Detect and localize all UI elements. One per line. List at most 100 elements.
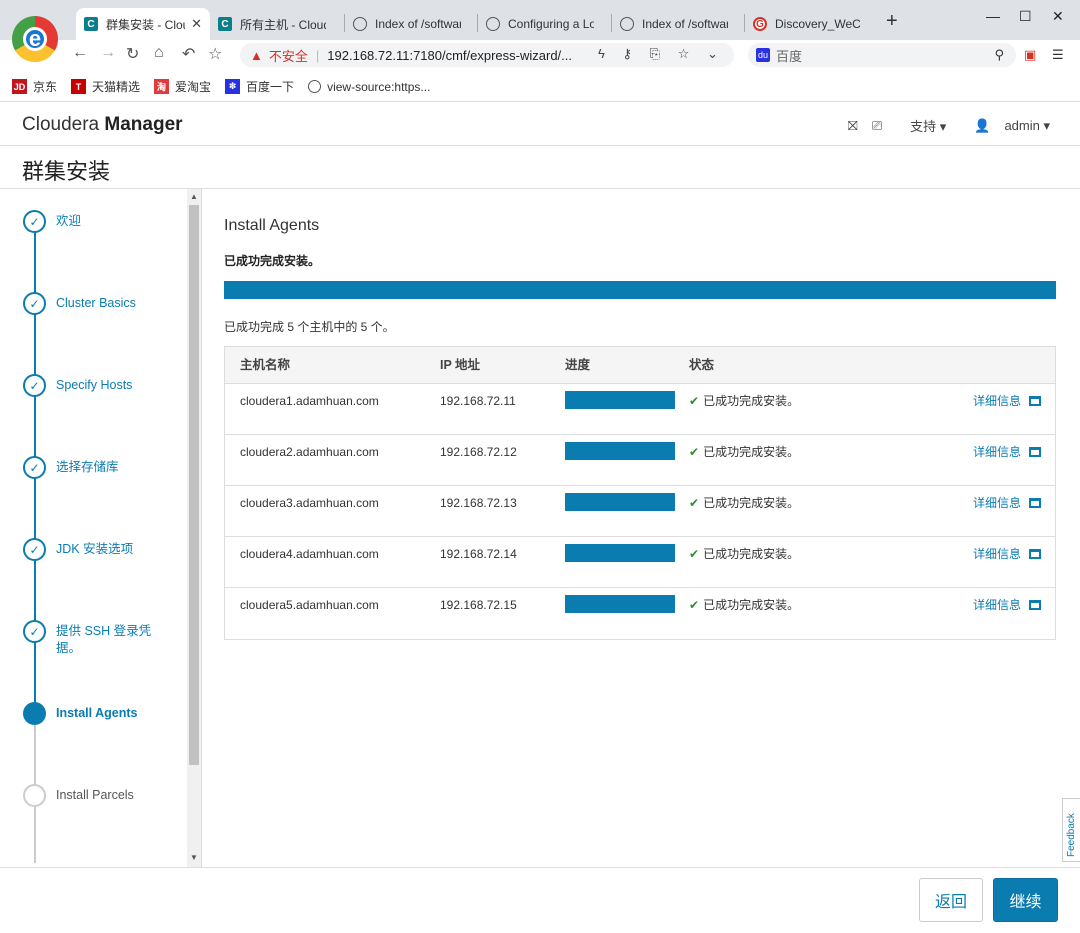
brand-bold: Manager <box>104 114 183 135</box>
bookmark-label: view-source:https... <box>327 79 431 94</box>
tab-title: Index of /software <box>375 17 461 31</box>
step-jdk-options[interactable]: ✓ JDK 安装选项 <box>23 538 183 561</box>
column-header-progress: 进度 <box>565 358 591 372</box>
details-link[interactable]: 详细信息 <box>973 537 1041 571</box>
status-cell: ✔ 已成功完成安装。 <box>689 486 799 520</box>
brand-light: Cloudera <box>22 114 100 135</box>
details-link[interactable]: 详细信息 <box>973 588 1041 622</box>
ip-address: 192.168.72.13 <box>440 496 517 510</box>
row-progress-bar <box>565 544 675 562</box>
pdf-extension-icon[interactable]: ▣ <box>1024 47 1036 63</box>
summary-text: 已成功完成 5 个主机中的 5 个。 <box>224 320 395 334</box>
window-icon <box>1029 447 1041 457</box>
step-ssh-credentials[interactable]: ✓ 提供 SSH 登录凭据。 <box>23 620 183 657</box>
tab-title: 所有主机 - Cloudera <box>240 17 326 32</box>
step-select-repository[interactable]: ✓ 选择存储库 <box>23 456 183 479</box>
taobao-icon: 淘 <box>154 79 170 94</box>
minimize-icon[interactable]: — <box>986 8 1000 24</box>
step-install-agents[interactable]: Install Agents <box>23 702 183 725</box>
user-menu[interactable]: 👤 admin ▾ <box>960 118 1050 134</box>
brand-logo[interactable]: Cloudera Manager <box>22 114 183 136</box>
tasks-icon[interactable]: ⎚ <box>872 118 882 134</box>
step-install-parcels[interactable]: Install Parcels <box>23 784 183 807</box>
bookmark-star-icon[interactable]: ☆ <box>678 46 690 61</box>
pending-step-circle-icon <box>23 784 46 807</box>
step-label: 提供 SSH 登录凭据。 <box>56 624 152 655</box>
tab-title: Index of /software <box>642 17 728 31</box>
tab-all-hosts[interactable]: C 所有主机 - Cloudera <box>210 8 344 40</box>
row-progress-bar <box>565 493 675 511</box>
status-text: 已成功完成安装。 <box>703 547 800 561</box>
tab-configuring-local[interactable]: Configuring a Local <box>478 8 612 40</box>
feedback-tab[interactable]: Feedback <box>1062 798 1080 862</box>
address-bar-actions: ϟ ⚷ ⎘ ☆ ⌄ <box>598 46 718 62</box>
details-label: 详细信息 <box>972 445 1021 459</box>
new-tab-icon[interactable]: + <box>886 10 898 33</box>
details-link[interactable]: 详细信息 <box>973 384 1041 418</box>
details-label: 详细信息 <box>972 547 1021 561</box>
hosts-table: 主机名称 IP 地址 进度 状态 cloudera1.adamhuan.com … <box>224 346 1056 640</box>
bookmark-baidu[interactable]: ✽ 百度一下 <box>225 78 294 95</box>
step-specify-hosts[interactable]: ✓ Specify Hosts <box>23 374 183 397</box>
tab-close-icon[interactable]: ✕ <box>191 16 202 32</box>
check-icon: ✓ <box>23 620 46 643</box>
window-icon <box>1029 498 1041 508</box>
scroll-down-icon[interactable]: ▼ <box>190 853 198 862</box>
step-label: JDK 安装选项 <box>56 542 134 556</box>
window-icon <box>1029 396 1041 406</box>
scroll-thumb[interactable] <box>189 205 199 765</box>
ip-address: 192.168.72.14 <box>440 547 517 561</box>
tab-discovery-wechat[interactable]: G Discovery_WeChat <box>745 8 879 40</box>
star-icon[interactable]: ☆ <box>208 44 222 64</box>
key-icon[interactable]: ⚷ <box>623 46 633 61</box>
check-icon: ✓ <box>23 538 46 561</box>
details-link[interactable]: 详细信息 <box>973 486 1041 520</box>
column-header-status: 状态 <box>689 358 715 372</box>
cloudera-favicon-icon: C <box>218 17 232 31</box>
bookmark-label: 京东 <box>33 80 58 94</box>
tab-index-software-1[interactable]: Index of /software <box>345 8 479 40</box>
undo-icon[interactable]: ↶ <box>182 44 195 64</box>
step-label: 欢迎 <box>56 214 82 228</box>
table-row: cloudera4.adamhuan.com 192.168.72.14 ✔ 已成… <box>225 537 1055 588</box>
gift-icon[interactable]: ⛝ <box>848 118 858 134</box>
back-arrow-icon[interactable]: ← <box>72 44 88 62</box>
search-box[interactable]: du 百度 ⚲ <box>748 43 1016 67</box>
check-icon: ✔ <box>689 547 700 561</box>
scroll-up-icon[interactable]: ▲ <box>190 192 198 201</box>
search-icon[interactable]: ⚲ <box>994 47 1004 63</box>
sidebar-scrollbar[interactable]: ▲ ▼ <box>187 189 201 867</box>
tab-index-software-2[interactable]: Index of /software <box>612 8 746 40</box>
bookmark-aitaobao[interactable]: 淘爱淘宝 <box>154 78 211 95</box>
step-welcome[interactable]: ✓ 欢迎 <box>23 210 183 233</box>
cloudera-favicon-icon: C <box>84 17 98 31</box>
tab-title: Configuring a Local <box>508 17 594 31</box>
lightning-icon[interactable]: ϟ <box>598 46 605 61</box>
bookmark-jd[interactable]: JD 京东 <box>12 78 57 95</box>
bookmark-view-source[interactable]: view-source:https... <box>308 80 430 94</box>
details-link[interactable]: 详细信息 <box>973 435 1041 469</box>
window-close-icon[interactable]: ✕ <box>1052 8 1064 25</box>
translate-icon[interactable]: ⎘ <box>650 46 660 61</box>
chevron-down-icon[interactable]: ⌄ <box>707 46 718 61</box>
bookmark-tmall[interactable]: T 天猫精选 <box>71 78 140 95</box>
support-menu[interactable]: 支持 ▾ <box>896 116 946 135</box>
home-icon[interactable]: ⌂ <box>154 44 164 62</box>
overall-progress-bar <box>224 281 1056 299</box>
reload-icon[interactable]: ↻ <box>126 44 139 64</box>
bookmark-label: 天猫精选 <box>92 80 141 94</box>
forward-arrow-icon[interactable]: → <box>100 44 116 62</box>
support-label: 支持 <box>910 119 937 134</box>
maximize-icon[interactable]: ☐ <box>1019 8 1032 25</box>
step-cluster-basics[interactable]: ✓ Cluster Basics <box>23 292 183 315</box>
continue-button[interactable]: 继续 <box>993 878 1058 922</box>
tab-cluster-install[interactable]: C 群集安装 - Cloudera ✕ <box>76 8 210 40</box>
status-text: 已成功完成安装。 <box>703 496 800 510</box>
globe-icon <box>353 17 367 31</box>
back-button[interactable]: 返回 <box>919 878 983 922</box>
wizard-footer: 返回 继续 <box>0 867 1080 933</box>
check-icon: ✓ <box>23 456 46 479</box>
status-cell: ✔ 已成功完成安装。 <box>689 588 799 622</box>
step-label: 选择存储库 <box>56 460 119 474</box>
menu-icon[interactable]: ☰ <box>1052 47 1064 63</box>
